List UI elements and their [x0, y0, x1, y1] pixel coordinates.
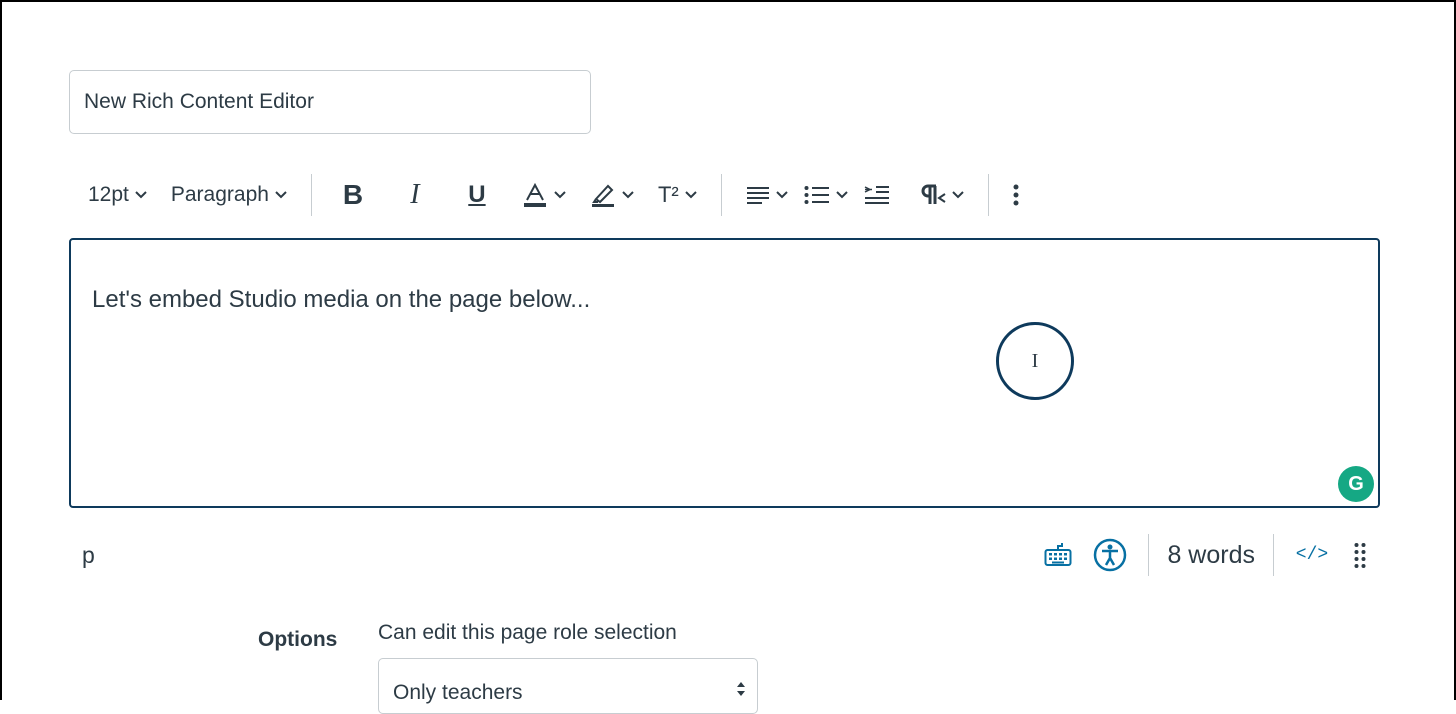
bullet-list-icon	[804, 186, 829, 204]
text-color-icon	[523, 182, 546, 207]
accessibility-checker-button[interactable]	[1090, 535, 1130, 575]
block-format-dropdown[interactable]: Paragraph	[163, 174, 295, 216]
page-title-input[interactable]	[69, 70, 591, 134]
font-size-value: 12pt	[88, 183, 129, 206]
edit-role-selected-value: Only teachers	[393, 681, 523, 704]
more-options-button[interactable]	[1005, 174, 1027, 216]
statusbar-divider	[1273, 534, 1274, 576]
chevron-down-icon	[622, 191, 634, 199]
align-left-icon	[746, 187, 769, 204]
html-editor-toggle[interactable]: </>	[1292, 535, 1332, 575]
editor-toolbar: 12pt Paragraph B I U T²	[80, 172, 1027, 218]
underline-button[interactable]: U	[452, 174, 502, 216]
highlighter-icon	[591, 184, 614, 207]
grammarly-icon: G	[1348, 472, 1364, 495]
italic-icon: I	[410, 179, 420, 210]
align-dropdown[interactable]	[738, 174, 796, 216]
text-direction-dropdown[interactable]	[912, 174, 972, 216]
edit-role-label: Can edit this page role selection	[378, 621, 677, 644]
accessibility-icon	[1094, 538, 1127, 572]
toolbar-divider	[987, 174, 989, 216]
chevron-down-icon	[836, 191, 848, 199]
text-cursor-icon: I	[1031, 349, 1039, 372]
edit-role-select[interactable]: Only teachers	[378, 658, 758, 714]
underline-icon: U	[468, 181, 486, 208]
statusbar-actions: 8 words </>	[1038, 530, 1380, 580]
highlight-color-dropdown[interactable]	[582, 174, 642, 216]
word-count: 8 words	[1167, 540, 1255, 569]
text-color-dropdown[interactable]	[514, 174, 574, 216]
indent-icon	[864, 186, 889, 204]
italic-button[interactable]: I	[390, 174, 440, 216]
editor-statusbar: p 8 words </>	[69, 530, 1380, 580]
chevron-down-icon	[275, 191, 287, 199]
resize-handle[interactable]	[1340, 535, 1380, 575]
bold-button[interactable]: B	[328, 174, 378, 216]
chevron-down-icon	[554, 191, 566, 199]
grammarly-button[interactable]: G	[1338, 466, 1374, 502]
superscript-dropdown[interactable]: T²	[650, 174, 705, 216]
bold-icon: B	[342, 179, 364, 210]
select-arrows-icon	[737, 682, 745, 696]
font-size-dropdown[interactable]: 12pt	[80, 174, 155, 216]
toolbar-divider	[720, 174, 722, 216]
paragraph-direction-icon	[921, 184, 946, 204]
indent-button[interactable]	[856, 174, 898, 216]
element-path[interactable]: p	[82, 542, 95, 569]
block-format-value: Paragraph	[170, 183, 269, 206]
chevron-down-icon	[952, 191, 964, 199]
chevron-down-icon	[135, 191, 147, 199]
drag-handle-icon	[1354, 543, 1366, 568]
superscript-icon: T²	[657, 182, 679, 207]
list-dropdown[interactable]	[796, 174, 856, 216]
toolbar-divider	[310, 174, 312, 216]
statusbar-divider	[1148, 534, 1150, 576]
mouse-cursor-highlight: I	[996, 322, 1074, 400]
chevron-down-icon	[776, 191, 788, 199]
keyboard-icon	[1044, 543, 1072, 566]
keyboard-shortcuts-button[interactable]	[1038, 535, 1078, 575]
editor-paragraph: Let's embed Studio media on the page bel…	[92, 286, 591, 313]
options-label: Options	[258, 628, 338, 651]
editor-content-area[interactable]: Let's embed Studio media on the page bel…	[69, 238, 1380, 508]
more-vertical-icon	[1013, 184, 1019, 206]
chevron-down-icon	[685, 191, 697, 199]
